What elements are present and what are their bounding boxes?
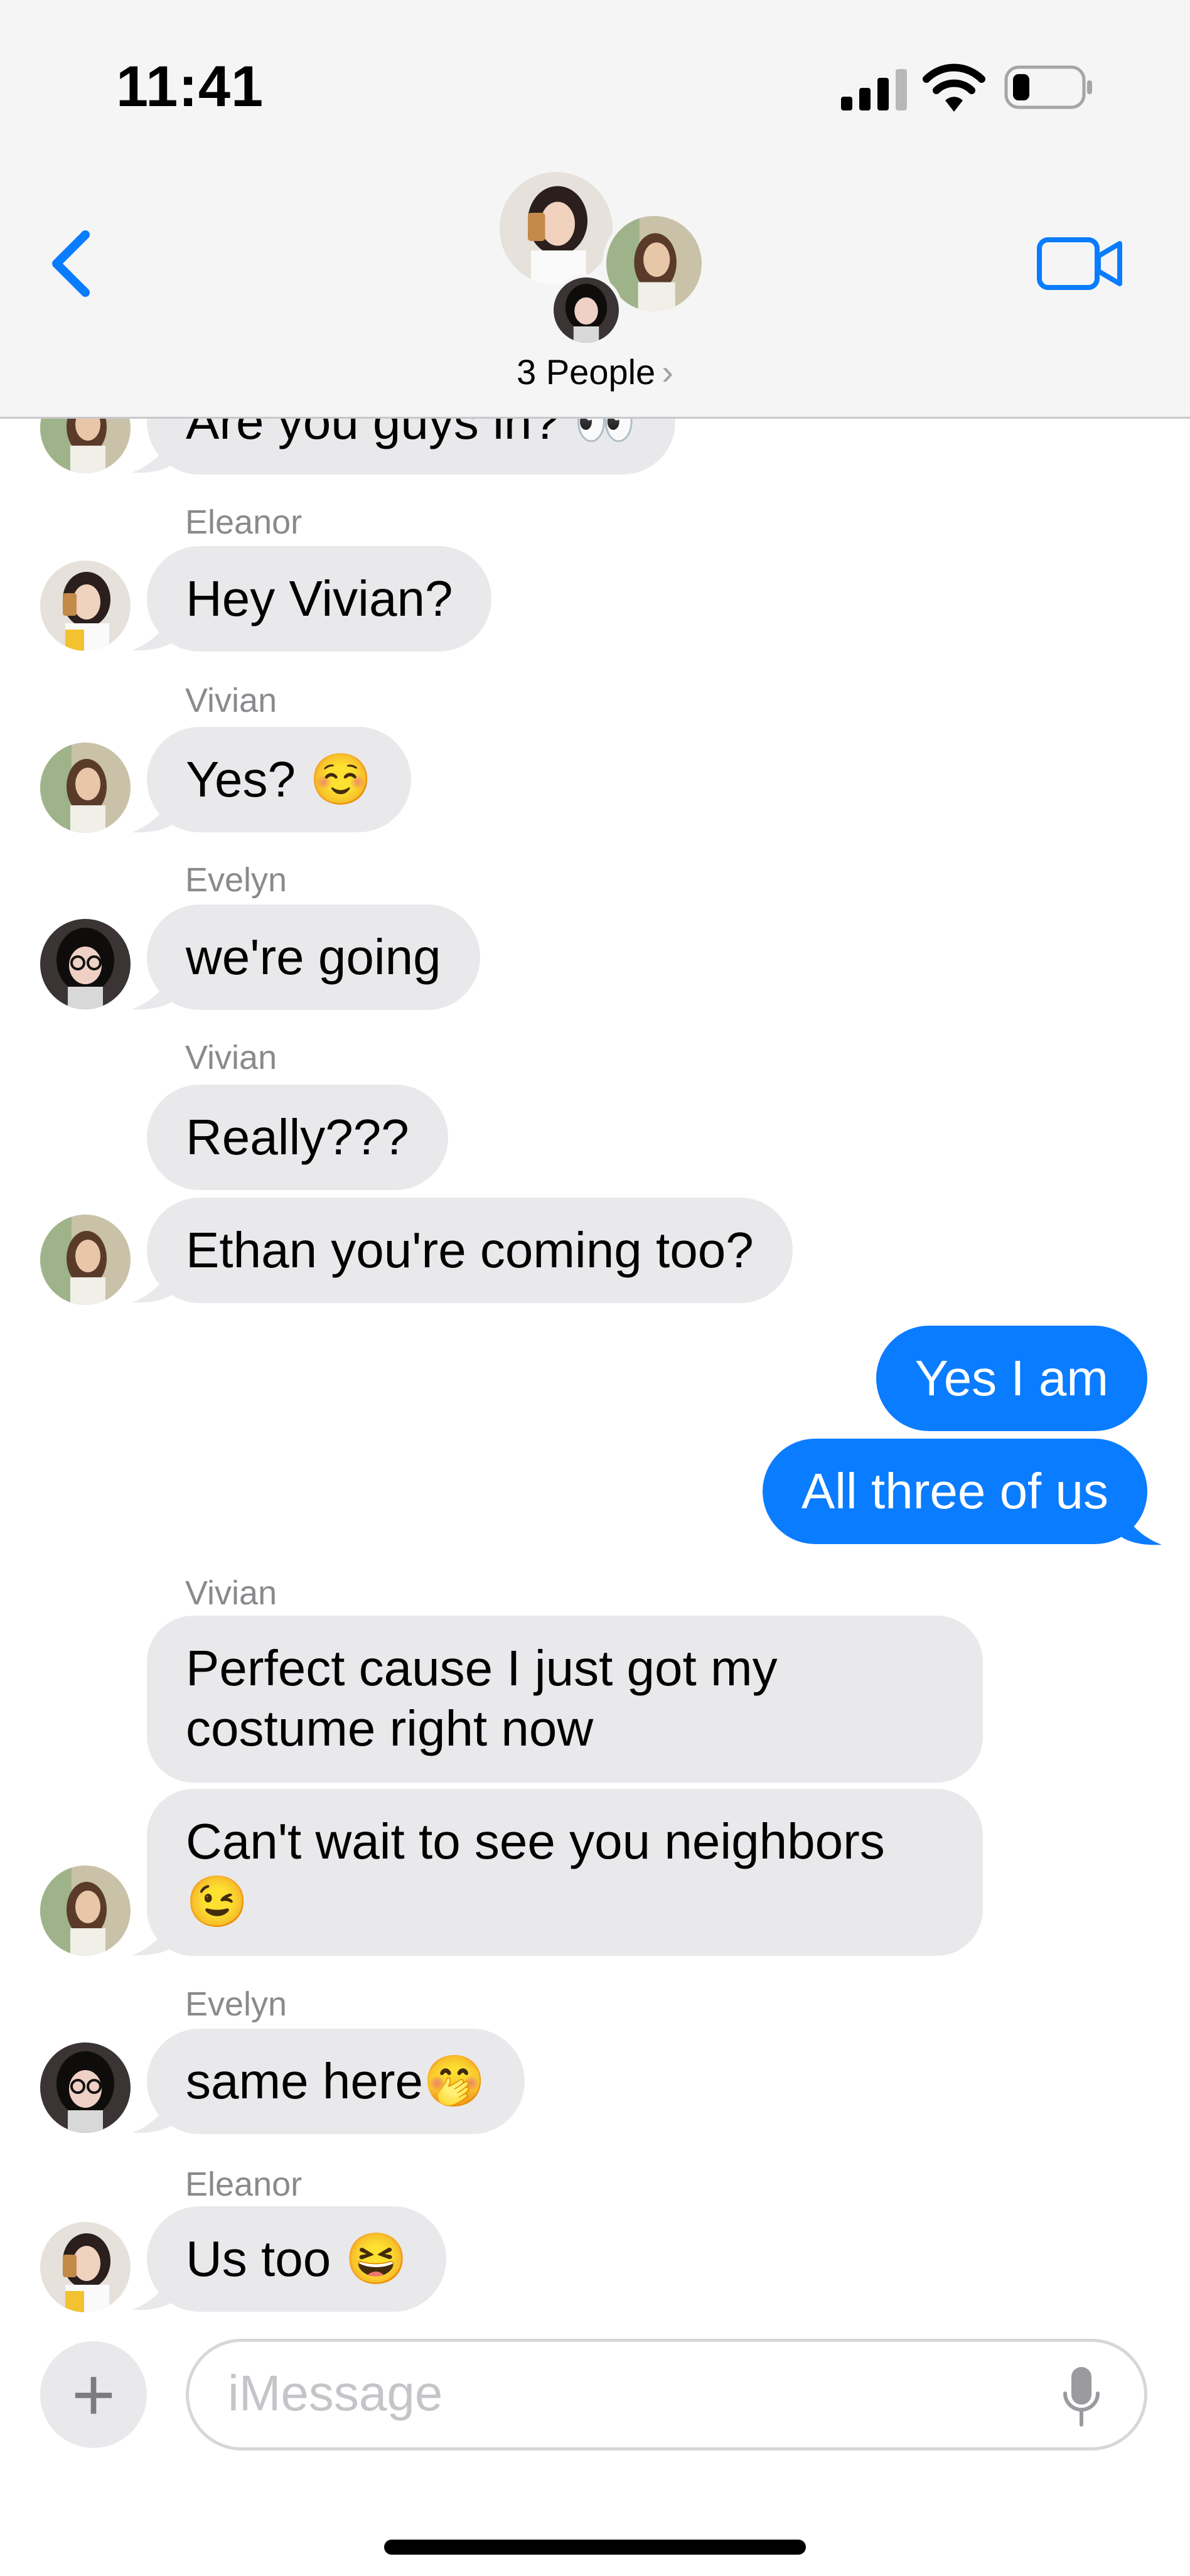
plus-icon: + [71, 2353, 116, 2437]
message-bubble[interactable]: Ethan you're coming too? [147, 1198, 793, 1303]
apps-plus-button[interactable]: + [40, 2341, 147, 2448]
sender-name: Eleanor [185, 503, 303, 541]
chevron-right-icon: › [662, 352, 673, 392]
sender-name: Vivian [185, 1574, 277, 1612]
group-avatar-eleanor[interactable] [496, 168, 616, 289]
back-chevron-icon[interactable] [44, 226, 100, 301]
message-bubble[interactable]: Really??? [147, 1085, 448, 1190]
avatar-eleanor[interactable] [40, 561, 131, 651]
sender-name: Vivian [185, 682, 277, 719]
people-count-label: 3 People [517, 352, 656, 392]
home-indicator[interactable] [384, 2540, 806, 2555]
message-bubble[interactable]: same here🤭 [147, 2029, 525, 2134]
avatar-evelyn[interactable] [40, 2042, 131, 2133]
group-details-link[interactable]: 3 People › [0, 352, 1190, 392]
message-bubble[interactable]: Can't wait to see you neighbors 😉 [147, 1789, 983, 1956]
avatar-eleanor[interactable] [40, 2222, 131, 2312]
sender-name: Evelyn [185, 1985, 287, 2023]
wifi-icon [923, 63, 985, 112]
sender-name: Vivian [185, 1039, 277, 1076]
cellular-signal-icon [841, 69, 908, 110]
input-placeholder: iMessage [228, 2365, 443, 2421]
imessage-input[interactable]: iMessage [186, 2339, 1147, 2450]
conversation-header: 11:41 3 People › [0, 0, 1190, 419]
sender-name: Evelyn [185, 861, 287, 899]
avatar-vivian[interactable] [40, 743, 131, 833]
avatar-vivian[interactable] [40, 1215, 131, 1305]
microphone-icon[interactable] [1063, 2364, 1100, 2430]
avatar-evelyn[interactable] [40, 919, 131, 1009]
battery-icon [1004, 65, 1092, 109]
sender-name: Eleanor [185, 2165, 303, 2203]
facetime-video-icon[interactable] [1036, 232, 1123, 295]
message-bubble[interactable]: Perfect cause I just got my costume righ… [147, 1616, 983, 1783]
sent-message-bubble[interactable]: All three of us [762, 1439, 1147, 1544]
message-bubble[interactable]: Hey Vivian? [147, 546, 492, 652]
status-time: 11:41 [116, 55, 264, 119]
avatar-vivian[interactable] [40, 1865, 131, 1956]
sent-message-bubble[interactable]: Yes I am [876, 1326, 1147, 1431]
message-bubble[interactable]: Us too 😆 [147, 2206, 447, 2312]
message-bubble[interactable]: Yes? ☺️ [147, 727, 411, 832]
group-avatar-evelyn[interactable] [550, 274, 623, 346]
message-bubble[interactable]: we're going [147, 904, 480, 1010]
